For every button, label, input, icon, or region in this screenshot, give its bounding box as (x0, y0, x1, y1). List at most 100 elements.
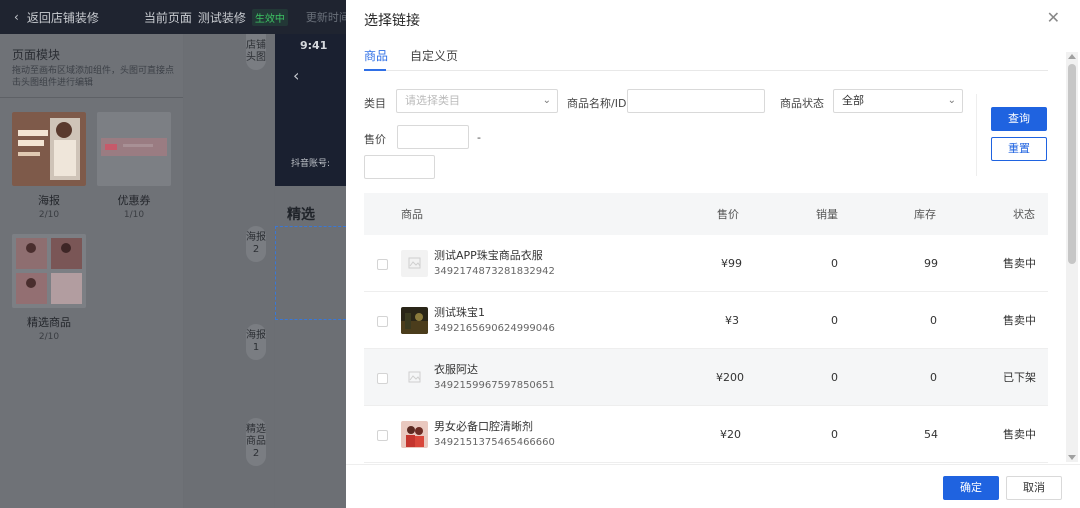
product-sales: 0 (831, 370, 838, 384)
price-label: 售价 (364, 133, 386, 146)
page-name: 测试装修 (197, 10, 246, 25)
status-label: 商品状态 (780, 97, 824, 110)
product-status: 售卖中 (1003, 257, 1036, 270)
filter-divider (976, 94, 977, 176)
column-price: 售价 (717, 208, 739, 221)
product-id: 3492165690624999046 (434, 323, 555, 334)
product-price: ¥3 (725, 313, 739, 327)
scroll-up-icon[interactable] (1068, 54, 1076, 59)
component-tabs: 店铺头图 海报2 海报1 精选商品2 (184, 34, 274, 508)
chevron-down-icon: ⌄ (947, 95, 956, 106)
reset-button[interactable]: 重置 (991, 137, 1047, 161)
product-name: 男女必备口腔清晰剂 (434, 420, 533, 433)
name-id-input[interactable] (627, 89, 765, 113)
divider (0, 97, 183, 98)
phone-time: 9:41 (300, 39, 328, 52)
status-badge: 生效中 (251, 8, 288, 26)
category-placeholder: 请选择类目 (405, 94, 460, 107)
table-row[interactable]: 男女必备口腔清晰剂 3492151375465466660 ¥20 0 54 售… (364, 406, 1048, 463)
product-thumbnail (401, 307, 428, 334)
price-max-input[interactable] (364, 155, 435, 179)
module-featured-products[interactable]: 精选商品 2/10 (12, 234, 86, 342)
product-stock: 54 (924, 427, 938, 441)
phone-preview: 9:41 ‹ 抖音账号: 精选 (275, 34, 346, 508)
module-count: 2/10 (38, 332, 60, 342)
row-checkbox[interactable] (377, 316, 388, 327)
name-id-label: 商品名称/ID (567, 97, 627, 110)
image-placeholder-icon (401, 364, 428, 391)
product-id: 3492159967597850651 (434, 380, 555, 391)
product-sales: 0 (831, 313, 838, 327)
row-checkbox[interactable] (377, 259, 388, 270)
module-panel-title: 页面模块 (12, 48, 61, 62)
product-sales: 0 (831, 427, 838, 441)
product-sales: 0 (831, 256, 838, 270)
scroll-down-icon[interactable] (1068, 455, 1076, 460)
query-button[interactable]: 查询 (991, 107, 1047, 131)
price-separator: - (477, 131, 481, 144)
confirm-button[interactable]: 确定 (943, 476, 999, 500)
dialog-title: 选择链接 (364, 13, 420, 29)
column-status: 状态 (1013, 208, 1035, 221)
footer-divider (346, 464, 1080, 465)
image-placeholder-icon (401, 250, 428, 277)
table-header: 商品 售价 销量 库存 状态 (364, 193, 1048, 235)
row-checkbox[interactable] (377, 373, 388, 384)
poster-thumbnail (12, 112, 86, 186)
module-panel: 页面模块 拖动至画布区域添加组件，头图可直接点击头图组件进行编辑 海报 2/10 (0, 34, 183, 508)
column-stock: 库存 (914, 208, 936, 221)
select-link-dialog: 选择链接 ✕ 商品 自定义页 类目 请选择类目 ⌄ 商品名称/ID 商品状态 全… (346, 0, 1080, 508)
chevron-left-icon: ‹ (14, 10, 19, 24)
cancel-button[interactable]: 取消 (1006, 476, 1062, 500)
account-label: 抖音账号: (291, 159, 331, 169)
back-button[interactable]: ‹ 返回店铺装修 (14, 9, 99, 26)
product-name: 测试APP珠宝商品衣服 (434, 249, 543, 262)
component-tab-featured2[interactable]: 精选商品2 (246, 418, 266, 466)
product-status: 已下架 (1003, 371, 1036, 384)
product-stock: 0 (930, 370, 937, 384)
price-min-input[interactable] (397, 125, 469, 149)
scrollbar-thumb[interactable] (1068, 64, 1076, 264)
column-sales: 销量 (816, 208, 838, 221)
current-page-info: 当前页面 测试装修 生效中 (143, 8, 288, 26)
module-name: 优惠券 (117, 194, 151, 207)
tab-products[interactable]: 商品 (364, 47, 388, 64)
chevron-left-icon: ‹ (293, 66, 300, 85)
tab-active-indicator (364, 69, 386, 71)
tab-custom-page[interactable]: 自定义页 (410, 47, 458, 64)
table-row[interactable]: 衣服阿达 3492159967597850651 ¥200 0 0 已下架 (364, 349, 1048, 406)
chevron-down-icon: ⌄ (542, 95, 551, 106)
dialog-tabs: 商品 自定义页 (364, 44, 1048, 71)
back-label: 返回店铺装修 (26, 10, 99, 25)
module-name: 海报 (38, 194, 60, 207)
product-thumbnail (401, 421, 428, 448)
scrollbar[interactable] (1066, 52, 1078, 462)
table-row[interactable]: 测试珠宝1 3492165690624999046 ¥3 0 0 售卖中 (364, 292, 1048, 349)
product-price: ¥200 (716, 370, 744, 384)
table-row[interactable]: 测试APP珠宝商品衣服 3492174873281832942 ¥99 0 99… (364, 235, 1048, 292)
module-count: 2/10 (38, 210, 60, 220)
product-id: 3492151375465466660 (434, 437, 555, 448)
module-panel-description: 拖动至画布区域添加组件，头图可直接点击头图组件进行编辑 (12, 66, 175, 88)
component-tab-header[interactable]: 店铺头图 (246, 34, 266, 70)
product-status: 售卖中 (1003, 428, 1036, 441)
module-poster[interactable]: 海报 2/10 (12, 112, 86, 220)
product-price: ¥99 (721, 256, 742, 270)
category-select[interactable]: 请选择类目 ⌄ (396, 89, 558, 113)
row-checkbox[interactable] (377, 430, 388, 441)
product-name: 衣服阿达 (434, 363, 478, 376)
component-tab-poster1[interactable]: 海报1 (246, 324, 266, 360)
product-status: 售卖中 (1003, 314, 1036, 327)
featured-thumbnail (12, 234, 86, 308)
current-page-label: 当前页面 (143, 10, 192, 25)
status-select[interactable]: 全部 ⌄ (833, 89, 963, 113)
product-price: ¥20 (720, 427, 741, 441)
module-coupon[interactable]: 优惠券 1/10 (97, 112, 171, 220)
status-value: 全部 (842, 94, 864, 107)
module-count: 1/10 (123, 210, 145, 220)
close-icon[interactable]: ✕ (1047, 8, 1060, 27)
product-table: 商品 售价 销量 库存 状态 测试APP珠宝商品衣服 3492174873281… (364, 193, 1048, 463)
component-tab-poster2[interactable]: 海报2 (246, 226, 266, 262)
product-stock: 99 (924, 256, 938, 270)
column-product: 商品 (401, 208, 423, 221)
